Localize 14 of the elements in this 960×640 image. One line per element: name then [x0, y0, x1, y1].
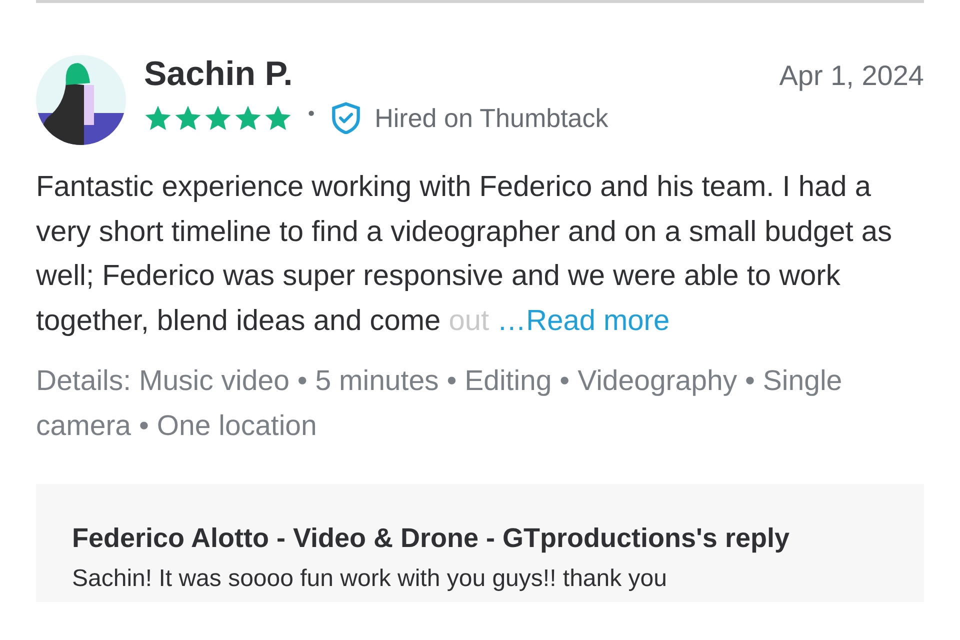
review-details: Details: Music video • 5 minutes • Editing • Videography • Single camera • One location [36, 364, 844, 444]
shield-check-icon [330, 102, 361, 134]
star-icon [174, 104, 202, 132]
star-icon [204, 104, 232, 132]
read-more-link[interactable]: …Read more [497, 304, 670, 336]
reviewer-name: Sachin P. [144, 55, 293, 94]
separator-dot: • [306, 104, 317, 124]
reply-title: Federico Alotto - Video & Drone - GTproductions's reply [72, 522, 790, 555]
hired-label: Hired on Thumbtack [374, 102, 608, 134]
star-icon [144, 104, 172, 132]
star-icon [234, 104, 262, 132]
star-icon [264, 104, 292, 132]
reply-text: Sachin! It was soooo fun work with you guys!! thank you [72, 564, 668, 594]
review-date: Apr 1, 2024 [779, 60, 924, 92]
